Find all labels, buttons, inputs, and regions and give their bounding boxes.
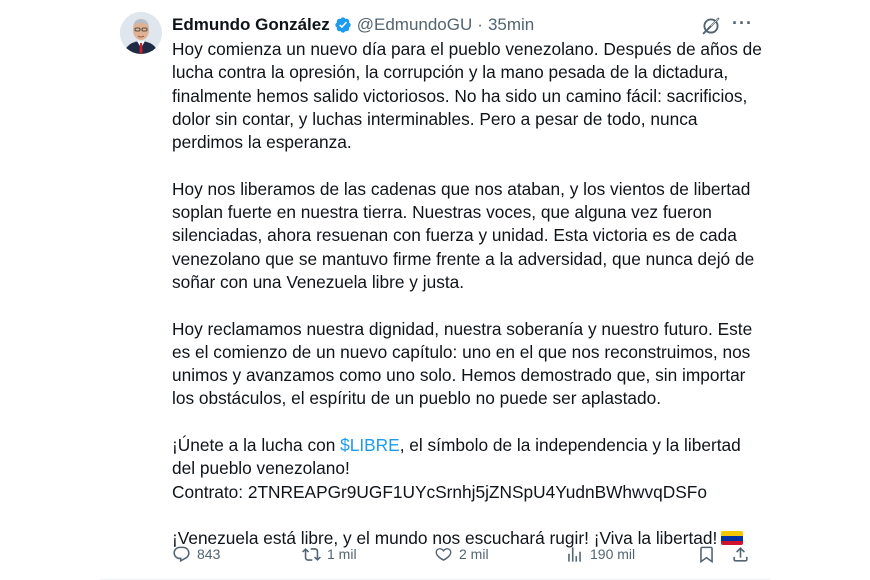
- views-count: 190 mil: [590, 546, 636, 562]
- like-button[interactable]: 2 mil: [434, 542, 489, 566]
- like-count: 2 mil: [459, 546, 489, 562]
- timestamp[interactable]: 35min: [488, 15, 534, 35]
- tweet: Edmundo González @EdmundoGU · 35min ··· …: [0, 0, 870, 580]
- views-icon: [568, 546, 581, 562]
- reply-count: 843: [197, 546, 221, 562]
- reply-icon: [173, 546, 190, 562]
- cta-prefix: ¡Únete a la lucha con: [172, 435, 341, 456]
- tweet-body: Hoy comienza un nuevo día para el pueblo…: [172, 38, 772, 551]
- author-name[interactable]: Edmundo González: [172, 15, 330, 35]
- tweet-header: Edmundo González @EdmundoGU · 35min: [172, 14, 534, 36]
- contract-line: Contrato: 2TNREAPGr9UGF1UYcSrnhj5jZNSpU4…: [172, 481, 707, 502]
- more-icon[interactable]: ···: [732, 14, 752, 36]
- paragraph-2: Hoy nos liberamos de las cadenas que nos…: [172, 178, 755, 292]
- call-to-action: ¡Únete a la lucha con $LIBRE, el símbolo…: [172, 434, 772, 504]
- paragraph-3: Hoy reclamamos nuestra dignidad, nuestra…: [172, 318, 753, 409]
- paragraph-1: Hoy comienza un nuevo día para el pueblo…: [172, 39, 762, 153]
- author-handle[interactable]: @EdmundoGU: [357, 15, 473, 35]
- reply-button[interactable]: 843: [172, 542, 220, 566]
- share-icon: [733, 546, 748, 562]
- grok-icon[interactable]: [700, 15, 722, 37]
- action-bar: 843 1 mil 2 mil 190 mil: [172, 542, 752, 566]
- bookmark-button[interactable]: [697, 542, 716, 566]
- verified-badge-icon: [335, 17, 351, 33]
- like-icon: [435, 547, 452, 561]
- bookmark-icon: [700, 546, 713, 563]
- repost-count: 1 mil: [327, 546, 357, 562]
- views-button[interactable]: 190 mil: [565, 542, 635, 566]
- avatar[interactable]: [120, 12, 162, 54]
- cashtag-link[interactable]: $LIBRE: [340, 435, 400, 455]
- repost-button[interactable]: 1 mil: [302, 542, 357, 566]
- avatar-image: [120, 12, 162, 54]
- share-button[interactable]: [731, 542, 750, 566]
- repost-icon: [302, 547, 321, 561]
- separator: ·: [477, 15, 483, 34]
